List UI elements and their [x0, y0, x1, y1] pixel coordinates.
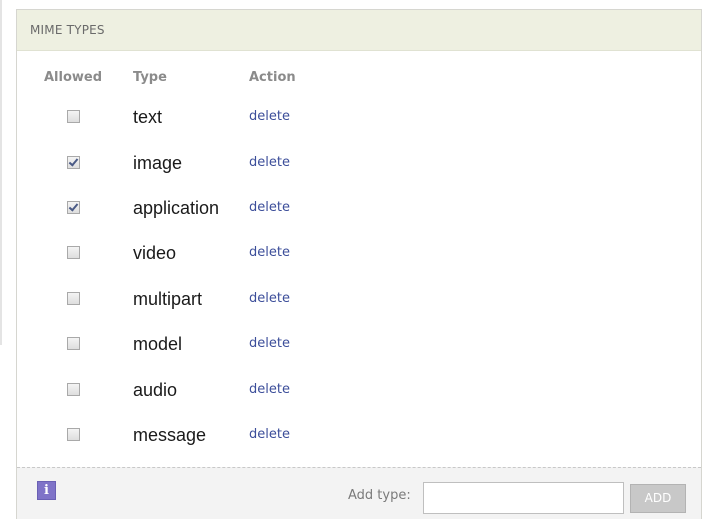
delete-link-model[interactable]: delete [249, 336, 290, 351]
mime-type-name: video [133, 243, 177, 263]
mime-row-model: model delete [17, 323, 701, 369]
allowed-checkbox-audio[interactable] [67, 383, 80, 396]
column-header-type: Type [133, 70, 167, 85]
delete-link-video[interactable]: delete [249, 245, 290, 260]
column-header-action: Action [249, 70, 296, 85]
delete-link-multipart[interactable]: delete [249, 291, 290, 306]
add-type-footer: i Add type: ADD [17, 467, 701, 519]
info-icon[interactable]: i [37, 481, 56, 500]
add-type-input[interactable] [423, 482, 624, 514]
allowed-checkbox-multipart[interactable] [67, 292, 80, 305]
allowed-checkbox-video[interactable] [67, 246, 80, 259]
page-edge-divider [0, 0, 2, 345]
mime-type-name: multipart [133, 289, 203, 309]
column-header-allowed: Allowed [44, 70, 103, 85]
mime-type-name: model [133, 334, 183, 354]
delete-link-image[interactable]: delete [249, 155, 290, 170]
mime-type-name: text [133, 107, 163, 127]
mime-type-name: application [133, 198, 220, 218]
mime-type-name: message [133, 425, 207, 445]
mime-row-text: text delete [17, 96, 701, 142]
allowed-checkbox-message[interactable] [67, 428, 80, 441]
add-type-label: Add type: [348, 488, 411, 503]
mime-type-name: audio [133, 380, 178, 400]
mime-row-multipart: multipart delete [17, 278, 701, 324]
allowed-checkbox-text[interactable] [67, 110, 80, 123]
delete-link-message[interactable]: delete [249, 427, 290, 442]
mime-row-audio: audio delete [17, 369, 701, 415]
mime-types-panel: MIME TYPES Allowed Type Action text dele… [16, 9, 702, 519]
mime-row-application: application delete [17, 187, 701, 233]
panel-title: MIME TYPES [17, 10, 701, 51]
allowed-checkbox-model[interactable] [67, 337, 80, 350]
allowed-checkbox-application[interactable] [67, 201, 80, 214]
delete-link-audio[interactable]: delete [249, 382, 290, 397]
mime-row-message: message delete [17, 414, 701, 460]
delete-link-text[interactable]: delete [249, 109, 290, 124]
add-button[interactable]: ADD [630, 484, 686, 513]
mime-row-image: image delete [17, 142, 701, 188]
mime-row-video: video delete [17, 232, 701, 278]
delete-link-application[interactable]: delete [249, 200, 290, 215]
allowed-checkbox-image[interactable] [67, 156, 80, 169]
mime-type-name: image [133, 153, 183, 173]
